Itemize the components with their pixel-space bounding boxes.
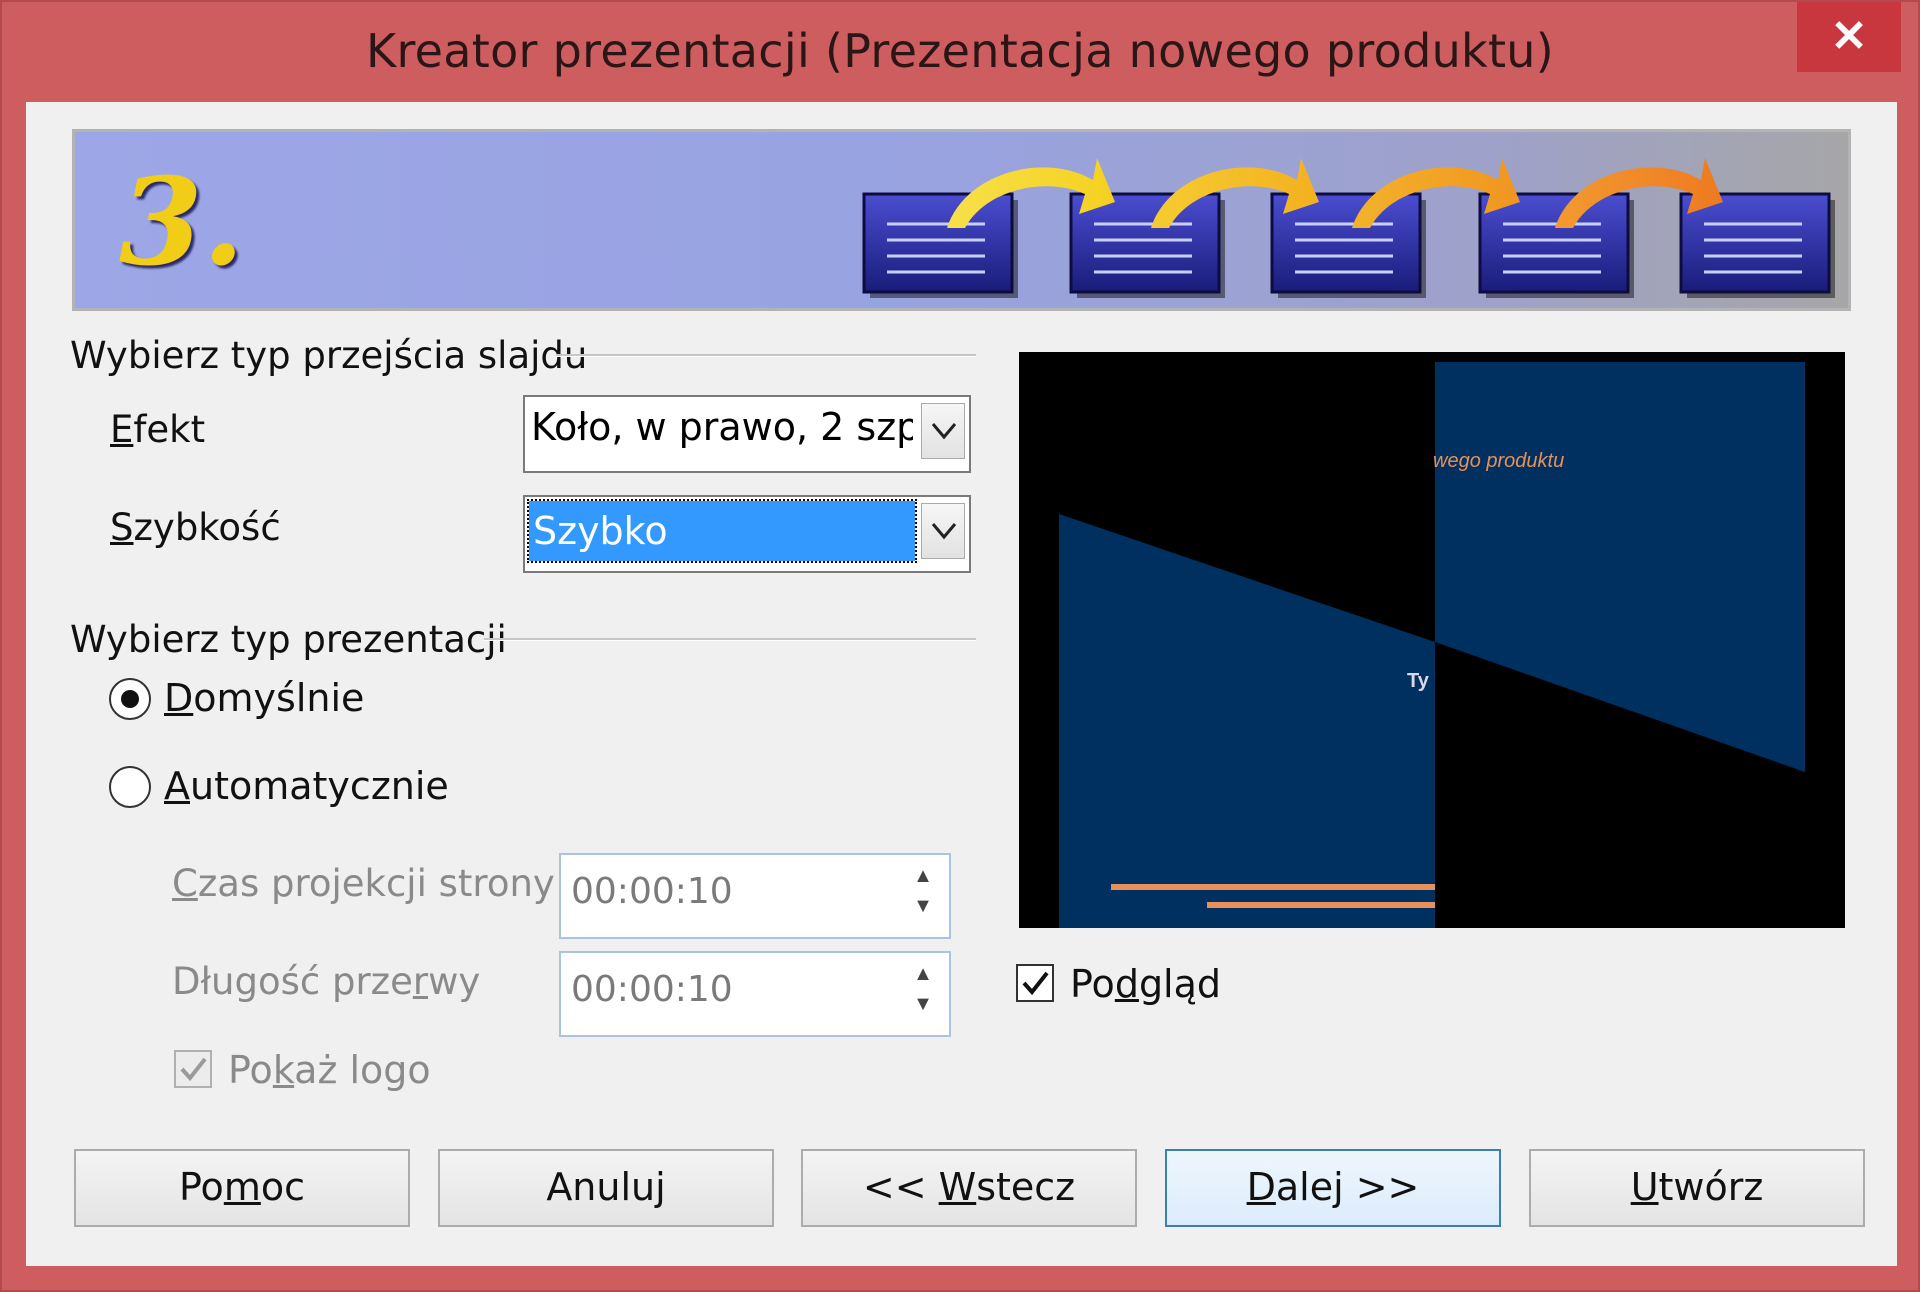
speed-dropdown-button[interactable] bbox=[921, 503, 965, 559]
close-button[interactable]: ✕ bbox=[1797, 2, 1901, 72]
speed-select-value: Szybko bbox=[527, 499, 917, 563]
page-time-spinner[interactable]: 00:00:10 ▲ ▼ bbox=[559, 853, 951, 939]
preview-checkbox[interactable] bbox=[1016, 964, 1054, 1002]
automatic-radio-label[interactable]: Automatycznie bbox=[164, 764, 449, 808]
preview-slide-text: Ty bbox=[1407, 670, 1429, 692]
show-logo-label[interactable]: Pokaż logo bbox=[228, 1048, 431, 1092]
page-time-label: Czas projekcji strony bbox=[172, 862, 555, 905]
back-button[interactable]: << Wstecz bbox=[801, 1149, 1137, 1227]
slide-icon-2 bbox=[1069, 192, 1225, 298]
checkmark-icon bbox=[180, 1057, 207, 1082]
pause-length-stepper[interactable]: ▲ ▼ bbox=[903, 959, 943, 1027]
page-time-stepper[interactable]: ▲ ▼ bbox=[903, 861, 943, 929]
speed-label: Szybkość bbox=[110, 506, 281, 549]
slides-progress-graphic bbox=[862, 158, 1835, 298]
transition-preview: wego produktu Ty bbox=[1019, 352, 1845, 928]
effect-dropdown-button[interactable] bbox=[921, 403, 965, 459]
presentation-group-divider bbox=[484, 638, 976, 641]
chevron-down-icon bbox=[931, 523, 957, 540]
pause-length-spinner[interactable]: 00:00:10 ▲ ▼ bbox=[559, 951, 951, 1037]
pause-length-label: Długość przerwy bbox=[172, 960, 481, 1003]
automatic-radio[interactable] bbox=[109, 766, 151, 808]
cancel-button[interactable]: Anuluj bbox=[438, 1149, 774, 1227]
window-title: Kreator prezentacji (Prezentacja nowego … bbox=[365, 24, 1554, 78]
page-time-value: 00:00:10 bbox=[571, 871, 733, 912]
spin-down-icon[interactable]: ▼ bbox=[903, 891, 943, 921]
default-radio-label[interactable]: Domyślnie bbox=[164, 676, 364, 720]
next-button[interactable]: Dalej >> bbox=[1165, 1149, 1501, 1227]
preview-slide-graphic bbox=[1059, 362, 1805, 928]
effect-label: Efekt bbox=[110, 408, 206, 451]
spin-up-icon[interactable]: ▲ bbox=[903, 861, 943, 891]
step-banner: 3. bbox=[72, 129, 1851, 311]
wizard-window: Kreator prezentacji (Prezentacja nowego … bbox=[0, 0, 1920, 1292]
spin-down-icon[interactable]: ▼ bbox=[903, 989, 943, 1019]
transition-group-divider bbox=[556, 354, 976, 357]
preview-slide-title: wego produktu bbox=[1433, 450, 1565, 472]
presentation-group-title: Wybierz typ prezentacji bbox=[70, 618, 507, 661]
create-button[interactable]: Utwórz bbox=[1529, 1149, 1865, 1227]
dialog-body: 3. Wybierz typ przejścia slajdu Efekt Ko… bbox=[26, 102, 1897, 1266]
slide-icon-1 bbox=[862, 192, 1018, 298]
pause-length-value: 00:00:10 bbox=[571, 969, 733, 1010]
speed-select[interactable]: Szybko bbox=[523, 495, 971, 573]
transition-group-title: Wybierz typ przejścia slajdu bbox=[70, 334, 588, 377]
slide-icon-5 bbox=[1679, 192, 1835, 298]
default-radio[interactable] bbox=[109, 678, 151, 720]
checkmark-icon bbox=[1022, 971, 1049, 996]
effect-select[interactable]: Koło, w prawo, 2 szp bbox=[523, 395, 971, 473]
title-bar[interactable]: Kreator prezentacji (Prezentacja nowego … bbox=[2, 2, 1918, 102]
effect-select-value: Koło, w prawo, 2 szp bbox=[531, 405, 913, 449]
spin-up-icon[interactable]: ▲ bbox=[903, 959, 943, 989]
preview-checkbox-label[interactable]: Podgląd bbox=[1070, 962, 1221, 1006]
show-logo-checkbox[interactable] bbox=[174, 1050, 212, 1088]
slide-icon-4 bbox=[1478, 192, 1634, 298]
close-icon: ✕ bbox=[1830, 12, 1868, 61]
chevron-down-icon bbox=[931, 423, 957, 440]
help-button[interactable]: Pomoc bbox=[74, 1149, 410, 1227]
